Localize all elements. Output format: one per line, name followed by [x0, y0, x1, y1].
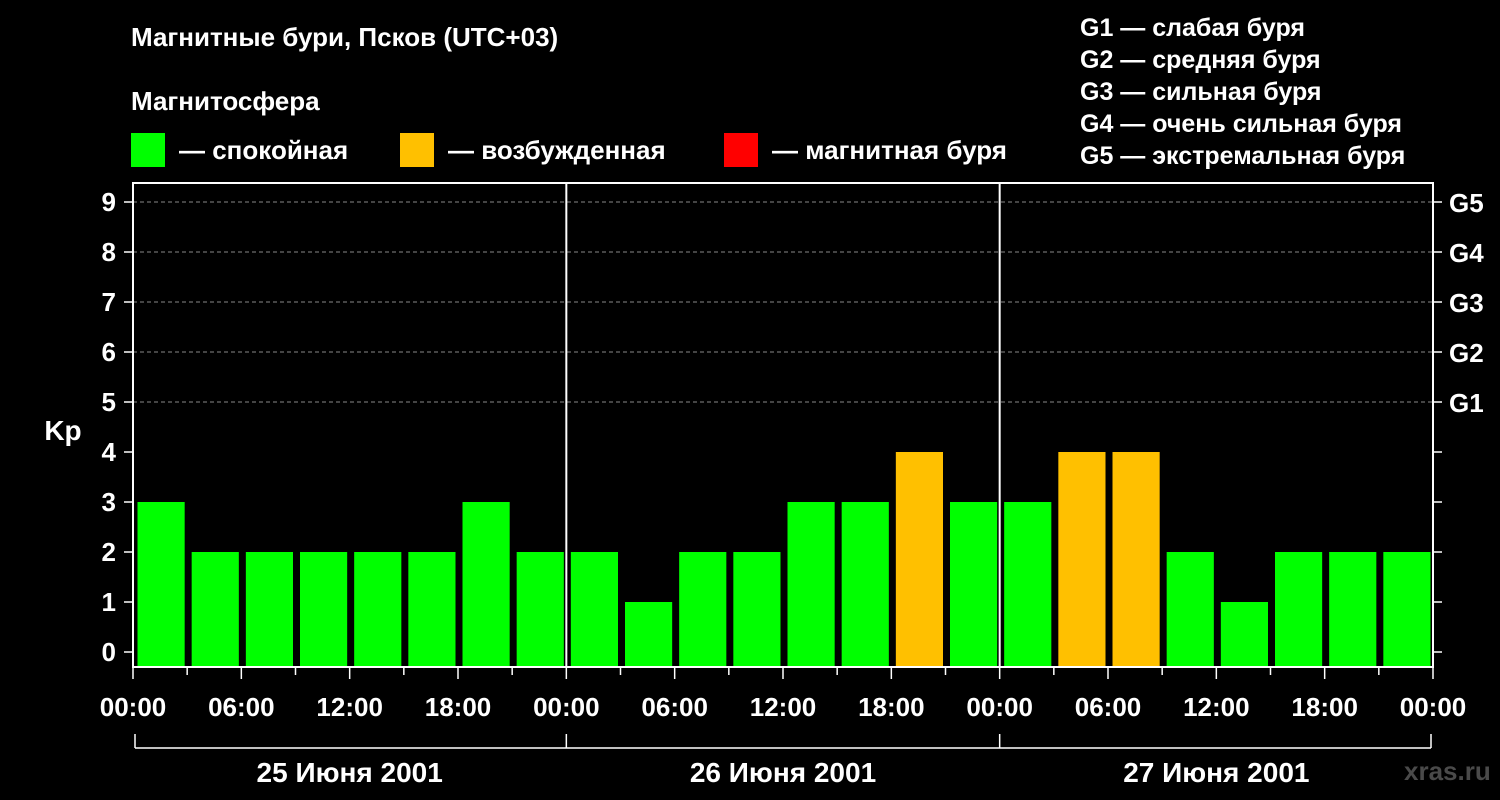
kp-bar — [1383, 552, 1431, 667]
day-label: 26 Июня 2001 — [690, 757, 876, 788]
kp-bar — [1112, 452, 1160, 667]
kp-bar — [245, 552, 293, 667]
y-tick-label: 5 — [102, 387, 116, 417]
kp-bar — [1058, 452, 1106, 667]
g-level-tick-label: G3 — [1449, 288, 1484, 318]
y-tick-label: 8 — [102, 237, 116, 267]
y-tick-label: 3 — [102, 487, 116, 517]
y-axis-label: Kp — [44, 415, 81, 446]
kp-bar-chart: 0 1 2 3 4 5 6 7 8 9 G1 G2 G3 G4 G5 Kp 00:00 06:00 12:00 18:… — [44, 182, 1484, 788]
kp-bar — [1004, 502, 1052, 667]
kp-bar — [300, 552, 348, 667]
kp-bar — [354, 552, 402, 667]
day-label: 25 Июня 2001 — [257, 757, 443, 788]
g-level-tick-label: G2 — [1449, 338, 1484, 368]
kp-bar — [408, 552, 456, 667]
x-tick-label: 18:00 — [858, 692, 925, 722]
kp-bar — [679, 552, 727, 667]
kp-bar — [841, 502, 889, 667]
x-tick-label: 00:00 — [1400, 692, 1467, 722]
kp-bar — [1166, 552, 1214, 667]
y-tick-label: 4 — [102, 437, 117, 467]
g-level-tick-label: G1 — [1449, 388, 1484, 418]
y-tick-label: 9 — [102, 187, 116, 217]
kp-bar — [191, 552, 239, 667]
y-tick-label: 0 — [102, 637, 116, 667]
kp-bar — [1220, 602, 1268, 667]
x-tick-label: 00:00 — [100, 692, 167, 722]
y-tick-label: 7 — [102, 287, 116, 317]
g-level-tick-label: G4 — [1449, 238, 1484, 268]
kp-bar — [1329, 552, 1377, 667]
x-tick-label: 12:00 — [1183, 692, 1250, 722]
kp-bar — [733, 552, 781, 667]
kp-bar — [137, 502, 185, 667]
x-tick-label: 06:00 — [641, 692, 708, 722]
g-level-tick-label: G5 — [1449, 188, 1484, 218]
y-tick-label: 1 — [102, 587, 116, 617]
y-tick-label: 2 — [102, 537, 116, 567]
x-tick-label: 12:00 — [316, 692, 383, 722]
watermark: xras.ru — [1404, 756, 1491, 786]
kp-bar — [462, 502, 510, 667]
kp-bar — [1275, 552, 1323, 667]
x-tick-label: 18:00 — [425, 692, 492, 722]
x-tick-label: 06:00 — [208, 692, 275, 722]
y-tick-label: 6 — [102, 337, 116, 367]
x-tick-label: 00:00 — [533, 692, 600, 722]
kp-bar — [516, 552, 564, 667]
x-tick-label: 18:00 — [1291, 692, 1358, 722]
kp-bar — [950, 502, 998, 667]
x-tick-label: 12:00 — [750, 692, 817, 722]
x-tick-label: 00:00 — [966, 692, 1033, 722]
kp-bar — [625, 602, 673, 667]
day-label: 27 Июня 2001 — [1123, 757, 1309, 788]
kp-bar — [895, 452, 943, 667]
kp-bar — [787, 502, 835, 667]
x-tick-label: 06:00 — [1075, 692, 1142, 722]
kp-bar — [570, 552, 618, 667]
